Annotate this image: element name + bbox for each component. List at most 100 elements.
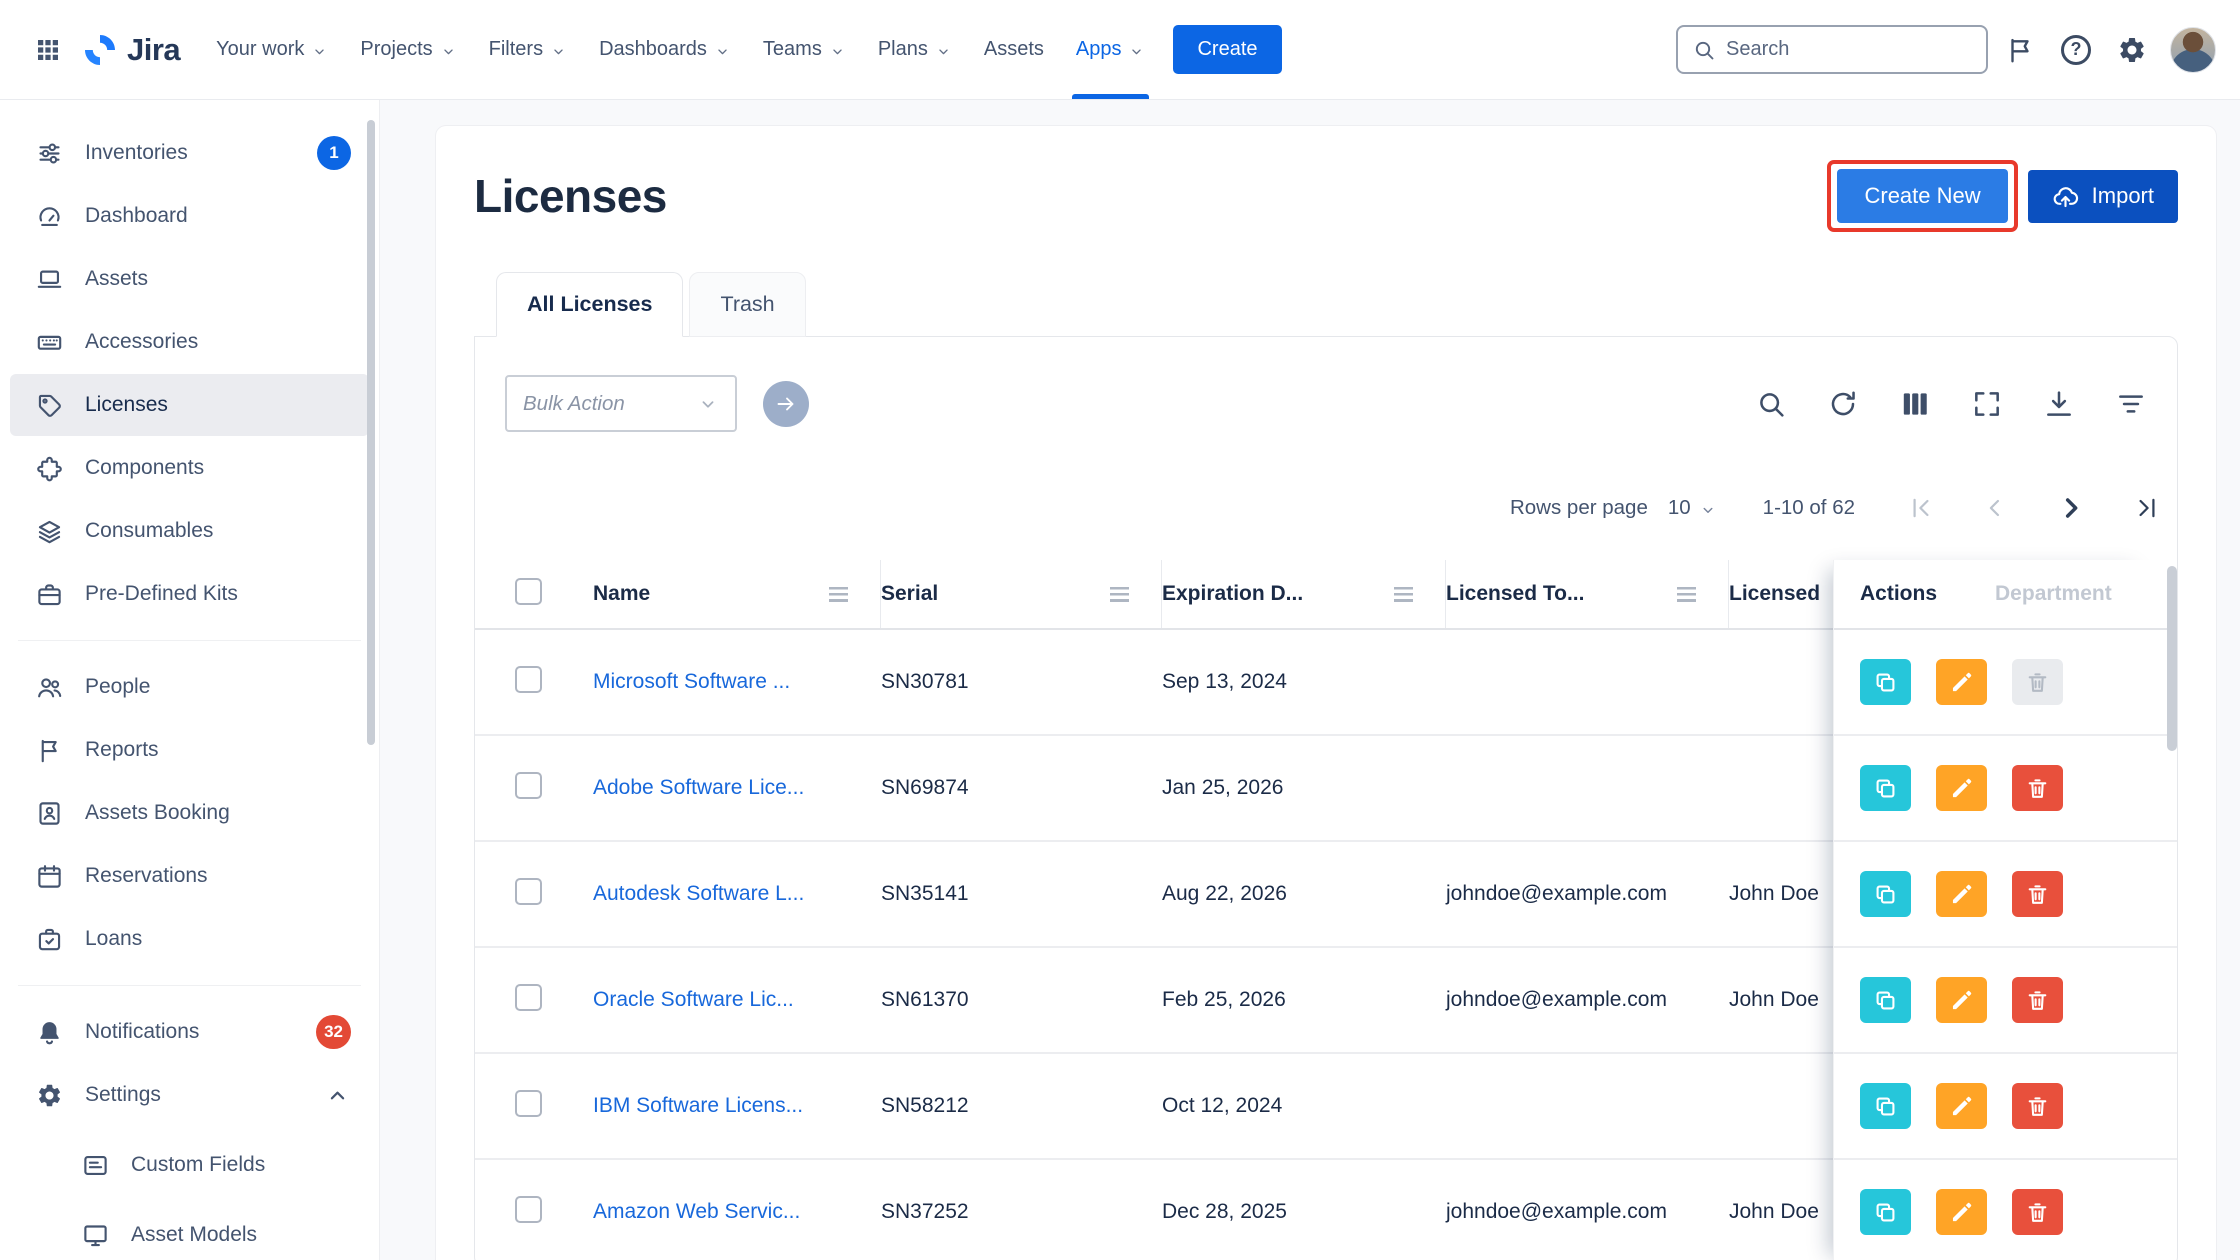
nav-item-plans[interactable]: Plans bbox=[862, 0, 968, 99]
fullscreen-icon[interactable] bbox=[1971, 388, 2003, 420]
duplicate-button[interactable] bbox=[1860, 765, 1911, 811]
app-grid-icon bbox=[33, 35, 63, 65]
rows-per-page-select[interactable]: 10 bbox=[1668, 496, 1717, 520]
sidebar-item-components[interactable]: Components bbox=[10, 437, 369, 499]
sidebar-item-asset-models[interactable]: Asset Models bbox=[10, 1204, 369, 1260]
sidebar-item-assets-booking[interactable]: Assets Booking bbox=[10, 782, 369, 844]
search-input[interactable] bbox=[1726, 38, 1972, 61]
sidebar-item-licenses[interactable]: Licenses bbox=[10, 374, 369, 436]
row-checkbox[interactable] bbox=[515, 1090, 542, 1117]
sidebar-item-accessories[interactable]: Accessories bbox=[10, 311, 369, 373]
next-page-button[interactable] bbox=[2055, 492, 2087, 524]
nav-item-assets[interactable]: Assets bbox=[968, 0, 1060, 99]
sidebar-item-pre-defined-kits[interactable]: Pre-Defined Kits bbox=[10, 563, 369, 625]
delete-button[interactable] bbox=[2012, 1083, 2063, 1129]
apply-bulk-action-button[interactable] bbox=[763, 381, 809, 427]
column-header-serial[interactable]: Serial bbox=[881, 560, 1162, 628]
import-button[interactable]: Import bbox=[2028, 170, 2178, 223]
delete-button[interactable] bbox=[2012, 1189, 2063, 1235]
select-all-checkbox[interactable] bbox=[515, 578, 542, 605]
table-search-icon[interactable] bbox=[1755, 388, 1787, 420]
app-switcher-button[interactable] bbox=[24, 26, 72, 74]
nav-item-projects[interactable]: Projects bbox=[344, 0, 472, 99]
sidebar-item-custom-fields[interactable]: Custom Fields bbox=[10, 1134, 369, 1196]
license-name-link[interactable]: Adobe Software Lice... bbox=[593, 776, 804, 799]
sidebar: Inventories1DashboardAssetsAccessoriesLi… bbox=[0, 100, 380, 1260]
edit-button[interactable] bbox=[1936, 871, 1987, 917]
chevron-down-icon bbox=[440, 43, 457, 60]
columns-icon[interactable] bbox=[1899, 388, 1931, 420]
sidebar-item-notifications[interactable]: Notifications32 bbox=[10, 1001, 369, 1063]
sidebar-item-assets[interactable]: Assets bbox=[10, 248, 369, 310]
actions-row bbox=[1834, 948, 2157, 1054]
column-drag-handle-icon[interactable] bbox=[1110, 587, 1129, 602]
duplicate-button[interactable] bbox=[1860, 1083, 1911, 1129]
license-name-link[interactable]: IBM Software Licens... bbox=[593, 1094, 803, 1117]
sidebar-item-loans[interactable]: Loans bbox=[10, 908, 369, 970]
global-search[interactable] bbox=[1676, 25, 1988, 74]
row-checkbox[interactable] bbox=[515, 772, 542, 799]
column-drag-handle-icon[interactable] bbox=[1394, 587, 1413, 602]
nav-item-dashboards[interactable]: Dashboards bbox=[583, 0, 747, 99]
create-new-button[interactable]: Create New bbox=[1837, 169, 2007, 223]
edit-button[interactable] bbox=[1936, 765, 1987, 811]
user-avatar[interactable] bbox=[2170, 27, 2216, 73]
pencil-icon bbox=[1949, 988, 1974, 1013]
delete-button[interactable] bbox=[2012, 871, 2063, 917]
nav-item-apps[interactable]: Apps bbox=[1060, 0, 1162, 99]
edit-button[interactable] bbox=[1936, 1189, 1987, 1235]
nav-item-teams[interactable]: Teams bbox=[747, 0, 862, 99]
duplicate-button[interactable] bbox=[1860, 1189, 1911, 1235]
jira-logo[interactable]: Jira bbox=[82, 32, 180, 68]
announcements-button[interactable] bbox=[1996, 26, 2044, 74]
edit-button[interactable] bbox=[1936, 977, 1987, 1023]
nav-item-label: Assets bbox=[984, 38, 1044, 61]
nav-item-your-work[interactable]: Your work bbox=[200, 0, 344, 99]
loan-box-icon bbox=[36, 926, 63, 953]
refresh-icon[interactable] bbox=[1827, 388, 1859, 420]
sidebar-item-people[interactable]: People bbox=[10, 656, 369, 718]
create-button[interactable]: Create bbox=[1173, 25, 1281, 74]
sidebar-scrollbar[interactable] bbox=[367, 120, 375, 745]
table-scrollbar[interactable] bbox=[2167, 566, 2177, 751]
column-drag-handle-icon[interactable] bbox=[1677, 587, 1696, 602]
license-name-link[interactable]: Microsoft Software ... bbox=[593, 670, 790, 693]
sidebar-item-dashboard[interactable]: Dashboard bbox=[10, 185, 369, 247]
row-checkbox[interactable] bbox=[515, 984, 542, 1011]
download-icon[interactable] bbox=[2043, 388, 2075, 420]
license-name-link[interactable]: Autodesk Software L... bbox=[593, 882, 804, 905]
nav-item-label: Filters bbox=[489, 38, 543, 61]
sidebar-item-reservations[interactable]: Reservations bbox=[10, 845, 369, 907]
duplicate-button[interactable] bbox=[1860, 977, 1911, 1023]
license-name-link[interactable]: Amazon Web Servic... bbox=[593, 1200, 800, 1223]
sidebar-item-inventories[interactable]: Inventories1 bbox=[10, 122, 369, 184]
nav-item-filters[interactable]: Filters bbox=[473, 0, 583, 99]
duplicate-button[interactable] bbox=[1860, 659, 1911, 705]
row-checkbox[interactable] bbox=[515, 878, 542, 905]
sidebar-item-reports[interactable]: Reports bbox=[10, 719, 369, 781]
column-header-expiration-d[interactable]: Expiration D... bbox=[1162, 560, 1446, 628]
bulk-action-select[interactable]: Bulk Action bbox=[505, 375, 737, 432]
delete-button[interactable] bbox=[2012, 765, 2063, 811]
tab-all-licenses[interactable]: All Licenses bbox=[496, 272, 683, 337]
report-flag-icon bbox=[36, 737, 63, 764]
column-drag-handle-icon[interactable] bbox=[829, 587, 848, 602]
filter-icon[interactable] bbox=[2115, 388, 2147, 420]
edit-button[interactable] bbox=[1936, 659, 1987, 705]
help-button[interactable]: ? bbox=[2052, 26, 2100, 74]
nav-item-label: Apps bbox=[1076, 38, 1122, 61]
row-checkbox[interactable] bbox=[515, 666, 542, 693]
column-header-licensed-to[interactable]: Licensed To... bbox=[1446, 560, 1729, 628]
sidebar-item-settings[interactable]: Settings bbox=[10, 1064, 369, 1126]
row-checkbox[interactable] bbox=[515, 1196, 542, 1223]
license-name-link[interactable]: Oracle Software Lic... bbox=[593, 988, 794, 1011]
delete-button[interactable] bbox=[2012, 977, 2063, 1023]
settings-button[interactable] bbox=[2108, 26, 2156, 74]
duplicate-button[interactable] bbox=[1860, 871, 1911, 917]
edit-button[interactable] bbox=[1936, 1083, 1987, 1129]
last-page-button[interactable] bbox=[2133, 494, 2161, 522]
sidebar-item-consumables[interactable]: Consumables bbox=[10, 500, 369, 562]
tab-trash[interactable]: Trash bbox=[689, 272, 805, 337]
serial-cell: SN35141 bbox=[881, 882, 1162, 906]
column-header-name[interactable]: Name bbox=[593, 560, 881, 628]
